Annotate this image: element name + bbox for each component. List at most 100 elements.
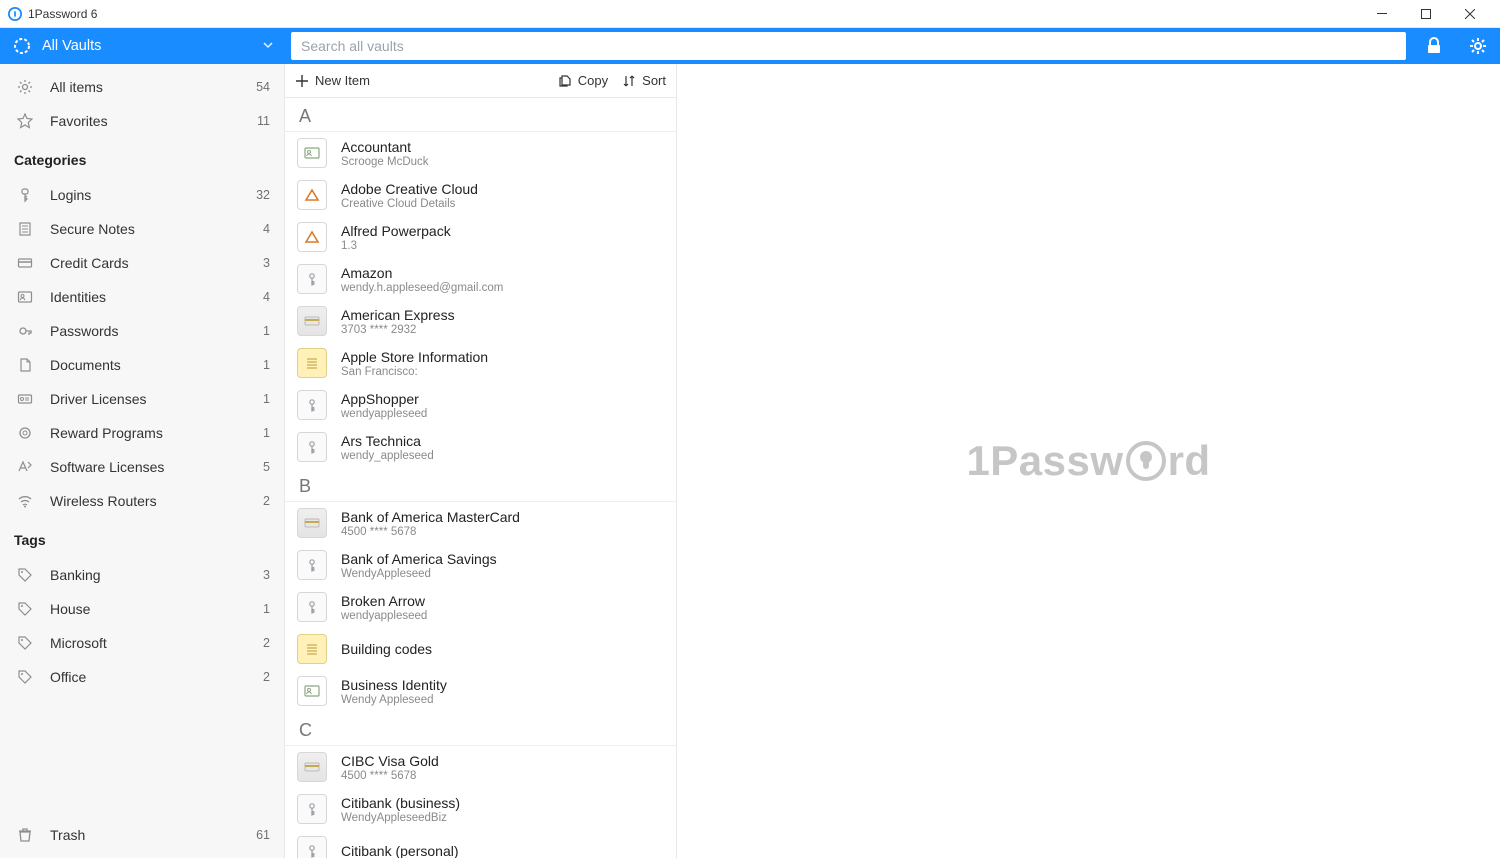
- window-minimize-button[interactable]: [1360, 0, 1404, 28]
- list-item[interactable]: Ars Technicawendy_appleseed: [285, 426, 676, 468]
- item-title: Citibank (business): [341, 795, 460, 811]
- list-item[interactable]: Bank of America MasterCard4500 **** 5678: [285, 502, 676, 544]
- item-title: Adobe Creative Cloud: [341, 181, 478, 197]
- copy-button[interactable]: Copy: [558, 73, 608, 88]
- item-subtitle: Scrooge McDuck: [341, 156, 429, 168]
- item-icon: [297, 348, 327, 378]
- tag-icon: [14, 567, 36, 583]
- sidebar-top-0[interactable]: All items54: [0, 70, 284, 104]
- section-letter: A: [285, 98, 676, 132]
- list-item[interactable]: Citibank (business)WendyAppleseedBiz: [285, 788, 676, 830]
- sidebar-item-label: Documents: [50, 357, 263, 373]
- item-subtitle: WendyAppleseed: [341, 568, 497, 580]
- item-subtitle: Wendy Appleseed: [341, 694, 447, 706]
- list-item[interactable]: Adobe Creative CloudCreative Cloud Detai…: [285, 174, 676, 216]
- sidebar-item-count: 5: [263, 460, 270, 474]
- sidebar-top-1[interactable]: Favorites11: [0, 104, 284, 138]
- sidebar-item-count: 3: [263, 256, 270, 270]
- list-item[interactable]: CIBC Visa Gold4500 **** 5678: [285, 746, 676, 788]
- sidebar-tag-3[interactable]: Office2: [0, 660, 284, 694]
- sidebar-item-label: Banking: [50, 567, 263, 583]
- list-item[interactable]: Broken Arrowwendyappleseed: [285, 586, 676, 628]
- item-title: Amazon: [341, 265, 503, 281]
- item-title: Ars Technica: [341, 433, 434, 449]
- item-subtitle: wendy_appleseed: [341, 450, 434, 462]
- item-title: Broken Arrow: [341, 593, 427, 609]
- sidebar-category-3[interactable]: Identities4: [0, 280, 284, 314]
- trash-icon: [14, 827, 36, 843]
- sidebar-category-9[interactable]: Wireless Routers2: [0, 484, 284, 518]
- list-item[interactable]: Alfred Powerpack1.3: [285, 216, 676, 258]
- vault-selector[interactable]: All Vaults: [0, 28, 285, 64]
- copy-label: Copy: [578, 73, 608, 88]
- item-title: American Express: [341, 307, 455, 323]
- sidebar-item-count: 2: [263, 494, 270, 508]
- sidebar-tag-1[interactable]: House1: [0, 592, 284, 626]
- search-input[interactable]: [301, 38, 1396, 54]
- id-icon: [14, 289, 36, 305]
- sidebar-category-1[interactable]: Secure Notes4: [0, 212, 284, 246]
- settings-button[interactable]: [1456, 28, 1500, 64]
- item-icon: [297, 794, 327, 824]
- sort-button[interactable]: Sort: [622, 73, 666, 88]
- list-item[interactable]: AccountantScrooge McDuck: [285, 132, 676, 174]
- sidebar-item-label: All items: [50, 79, 256, 95]
- list-item[interactable]: Apple Store InformationSan Francisco:: [285, 342, 676, 384]
- sidebar-tag-2[interactable]: Microsoft2: [0, 626, 284, 660]
- new-item-button[interactable]: New Item: [295, 73, 370, 88]
- item-subtitle: 1.3: [341, 240, 451, 252]
- sidebar-item-label: Passwords: [50, 323, 263, 339]
- vault-ring-icon: [12, 36, 32, 56]
- sidebar-item-count: 1: [263, 392, 270, 406]
- sidebar-category-4[interactable]: Passwords1: [0, 314, 284, 348]
- window-maximize-button[interactable]: [1404, 0, 1448, 28]
- sidebar-tag-0[interactable]: Banking3: [0, 558, 284, 592]
- sidebar-category-8[interactable]: Software Licenses5: [0, 450, 284, 484]
- list-item[interactable]: Building codes: [285, 628, 676, 670]
- key-icon: [14, 187, 36, 203]
- star-icon: [14, 113, 36, 129]
- item-title: Citibank (personal): [341, 843, 459, 858]
- item-scroll[interactable]: AAccountantScrooge McDuckAdobe Creative …: [285, 98, 676, 858]
- sidebar-category-2[interactable]: Credit Cards3: [0, 246, 284, 280]
- sidebar-categories-header: Categories: [0, 144, 284, 172]
- sidebar-item-label: Trash: [50, 827, 256, 843]
- sidebar-item-label: Wireless Routers: [50, 493, 263, 509]
- list-item[interactable]: AppShopperwendyappleseed: [285, 384, 676, 426]
- sidebar-item-count: 4: [263, 222, 270, 236]
- sidebar-category-0[interactable]: Logins32: [0, 178, 284, 212]
- list-item[interactable]: Citibank (personal): [285, 830, 676, 858]
- brand-text-post: rd: [1168, 437, 1211, 485]
- sidebar-category-7[interactable]: Reward Programs1: [0, 416, 284, 450]
- doc-icon: [14, 357, 36, 373]
- list-item[interactable]: Business IdentityWendy Appleseed: [285, 670, 676, 712]
- search-field[interactable]: [291, 32, 1406, 60]
- sidebar-item-label: Favorites: [50, 113, 257, 129]
- keyhole-icon: [1126, 441, 1166, 481]
- list-item[interactable]: American Express3703 **** 2932: [285, 300, 676, 342]
- item-title: AppShopper: [341, 391, 427, 407]
- item-icon: [297, 432, 327, 462]
- item-icon: [297, 634, 327, 664]
- item-title: CIBC Visa Gold: [341, 753, 439, 769]
- window-close-button[interactable]: [1448, 0, 1492, 28]
- sidebar-category-6[interactable]: Driver Licenses1: [0, 382, 284, 416]
- vault-selector-label: All Vaults: [42, 38, 101, 54]
- window-titlebar: 1Password 6: [0, 0, 1500, 28]
- lock-button[interactable]: [1412, 28, 1456, 64]
- list-item[interactable]: Amazonwendy.h.appleseed@gmail.com: [285, 258, 676, 300]
- item-subtitle: WendyAppleseedBiz: [341, 812, 460, 824]
- sidebar: All items54Favorites11 Categories Logins…: [0, 64, 285, 858]
- list-item[interactable]: Bank of America SavingsWendyAppleseed: [285, 544, 676, 586]
- item-title: Business Identity: [341, 677, 447, 693]
- reward-icon: [14, 425, 36, 441]
- sidebar-category-5[interactable]: Documents1: [0, 348, 284, 382]
- card-icon: [14, 255, 36, 271]
- item-icon: [297, 508, 327, 538]
- license-icon: [14, 391, 36, 407]
- section-letter: B: [285, 468, 676, 502]
- new-item-label: New Item: [315, 73, 370, 88]
- sidebar-trash[interactable]: Trash 61: [0, 818, 284, 852]
- item-subtitle: wendyappleseed: [341, 408, 427, 420]
- password-icon: [14, 323, 36, 339]
